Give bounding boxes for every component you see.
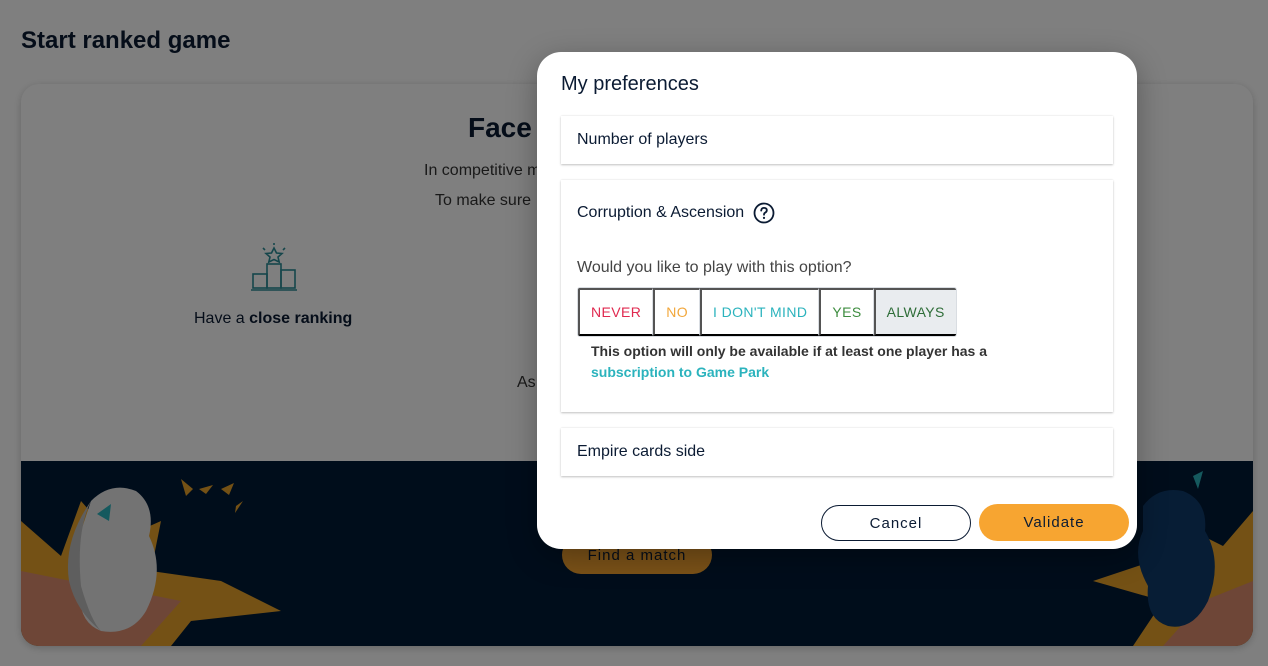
choice-always-button[interactable]: ALWAYS [873,288,956,336]
choice-yes-button[interactable]: YES [819,288,874,336]
help-circle-icon[interactable] [753,202,775,224]
choice-toggle-group: NEVER NO I DON'T MIND YES ALWAYS [577,287,957,337]
panel-label-players: Number of players [577,131,708,148]
preferences-modal: My preferences Number of players Corrupt… [537,52,1137,549]
choice-no-button[interactable]: NO [653,288,701,336]
choice-never-button[interactable]: NEVER [578,288,654,336]
panel-label-empire: Empire cards side [577,443,706,460]
validate-button[interactable]: Validate [979,504,1129,541]
subscription-note-text: This option will only be available if at… [591,343,987,359]
choice-dont-mind-button[interactable]: I DON'T MIND [700,288,820,336]
panel-number-of-players[interactable]: Number of players [561,116,1113,164]
subscription-link[interactable]: subscription to Game Park [591,364,769,380]
option-question: Would you like to play with this option? [577,259,852,276]
panel-empire-cards-side[interactable]: Empire cards side [561,428,1113,476]
subscription-note: This option will only be available if at… [591,341,1031,383]
panel-label-corruption: Corruption & Ascension [577,204,745,221]
modal-title: My preferences [561,73,699,95]
panel-corruption-ascension[interactable]: Corruption & Ascension Would you like to… [561,180,1113,412]
cancel-button[interactable]: Cancel [821,505,971,541]
